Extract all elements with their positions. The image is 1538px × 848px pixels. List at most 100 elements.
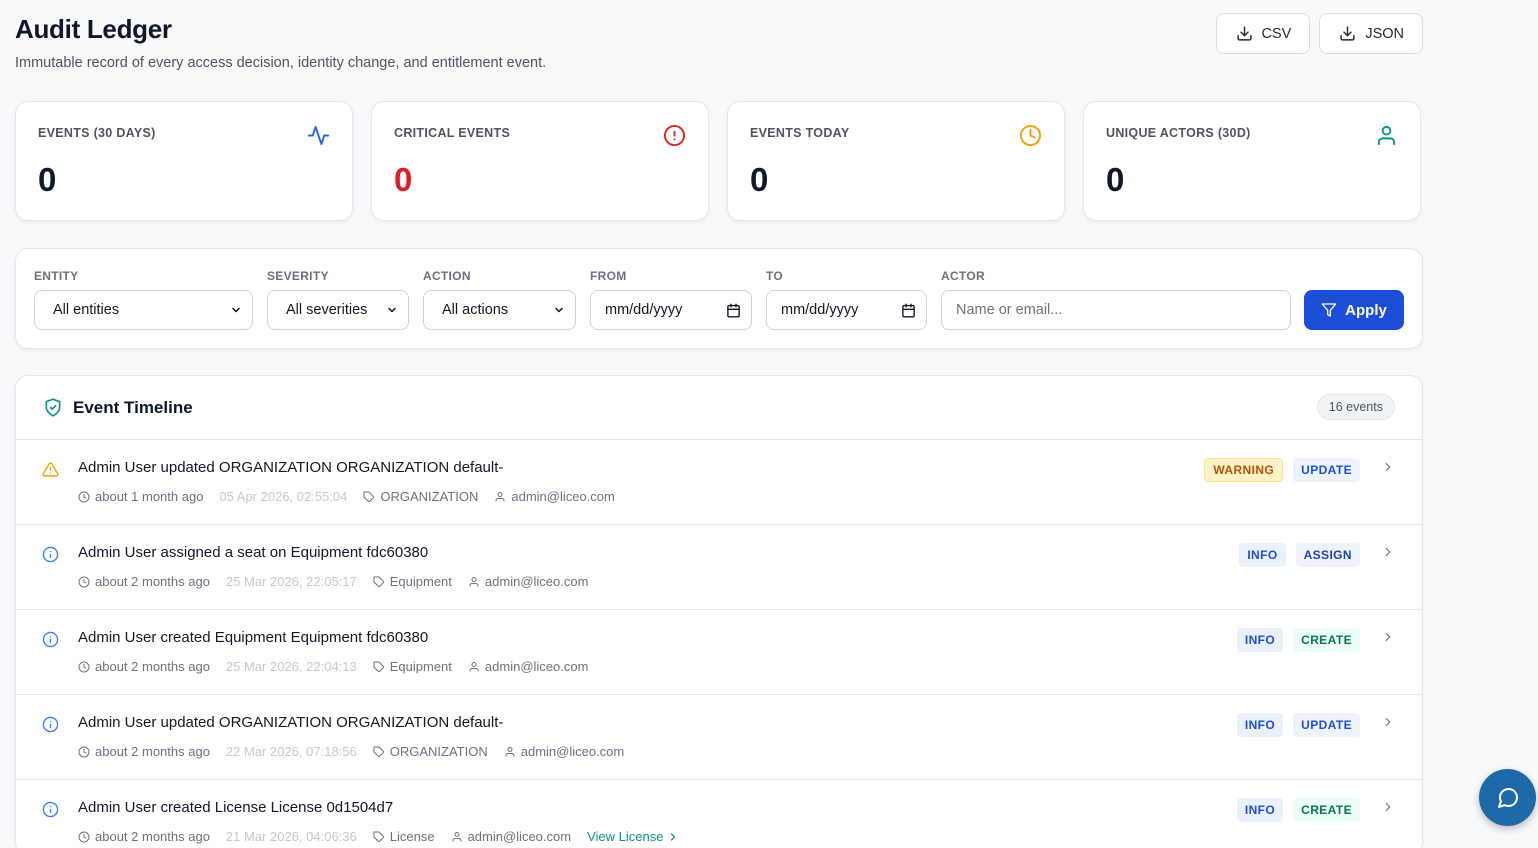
event-row[interactable]: Admin User updated ORGANIZATION ORGANIZA… (16, 695, 1422, 780)
stat-card-unique-actors: UNIQUE ACTORS (30D) 0 (1083, 101, 1421, 221)
event-actor-text: admin@liceo.com (520, 744, 625, 759)
chevron-right-icon[interactable] (1381, 545, 1395, 559)
action-badge: UPDATE (1293, 713, 1360, 737)
event-entity: ORGANIZATION (363, 489, 478, 504)
event-timestamp: 05 Apr 2026, 02:55:04 (219, 489, 348, 504)
event-entity: ORGANIZATION (373, 744, 488, 759)
event-badges: INFO ASSIGN (1239, 543, 1360, 567)
tag-icon (363, 491, 375, 502)
event-row[interactable]: Admin User updated ORGANIZATION ORGANIZA… (16, 440, 1422, 525)
tag-icon (373, 746, 384, 757)
event-meta: about 2 months ago 21 Mar 2026, 04:06:36… (78, 829, 679, 844)
severity-badge: INFO (1239, 543, 1286, 567)
event-badges: INFO CREATE (1236, 628, 1360, 652)
clock-icon (78, 746, 90, 757)
event-relative-text: about 2 months ago (95, 829, 210, 844)
chevron-down-icon (555, 307, 563, 313)
to-date-value: mm/dd/yyyy (781, 302, 859, 318)
stat-label: UNIQUE ACTORS (30D) (1106, 126, 1251, 140)
event-meta: about 2 months ago 25 Mar 2026, 22:04:13… (78, 659, 604, 674)
stats-row: EVENTS (30 DAYS) 0 CRITICAL EVENTS 0 EVE… (15, 101, 1423, 221)
page-title: Audit Ledger (15, 14, 172, 44)
export-buttons: CSV JSON (1215, 13, 1423, 54)
event-relative-time: about 2 months ago (78, 829, 210, 844)
event-title: Admin User updated ORGANIZATION ORGANIZA… (78, 714, 504, 731)
event-row[interactable]: Admin User assigned a seat on Equipment … (16, 525, 1422, 610)
event-entity: Equipment (373, 659, 452, 674)
event-actor: admin@liceo.com (504, 744, 625, 759)
page-header: Audit Ledger Immutable record of every a… (15, 0, 1423, 100)
event-timestamp: 25 Mar 2026, 22:05:17 (225, 574, 357, 589)
audit-ledger-page: Audit Ledger Immutable record of every a… (15, 0, 1423, 848)
action-badge: CREATE (1293, 628, 1360, 652)
user-icon (1377, 125, 1396, 146)
clock-icon (78, 491, 90, 502)
event-row[interactable]: Admin User created Equipment Equipment f… (16, 610, 1422, 695)
user-icon (469, 576, 479, 586)
event-title: Admin User assigned a seat on Equipment … (78, 544, 429, 561)
download-icon (1340, 26, 1355, 41)
event-entity-text: License (389, 829, 435, 844)
action-filter-label: ACTION (423, 269, 471, 283)
user-icon (495, 491, 505, 501)
to-date-input[interactable]: mm/dd/yyyy (766, 290, 927, 330)
stat-label: EVENTS TODAY (750, 126, 850, 140)
event-actor: admin@liceo.com (468, 659, 589, 674)
severity-badge: INFO (1236, 628, 1284, 652)
clock-icon (78, 831, 90, 842)
entity-select-value: All entities (53, 302, 120, 318)
from-date-input[interactable]: mm/dd/yyyy (590, 290, 752, 330)
info-icon (42, 631, 59, 648)
event-entity-text: ORGANIZATION (380, 489, 479, 504)
chevron-right-icon[interactable] (1381, 630, 1395, 644)
stat-label: EVENTS (30 DAYS) (38, 126, 156, 140)
shield-check-icon (45, 398, 61, 417)
event-badges: INFO UPDATE (1236, 713, 1360, 737)
calendar-icon[interactable] (726, 303, 741, 318)
event-entity-text: Equipment (389, 659, 452, 674)
event-timestamp: 22 Mar 2026, 07:18:56 (225, 744, 357, 759)
severity-select[interactable]: All severities (267, 290, 409, 330)
event-entity-text: Equipment (389, 574, 452, 589)
export-json-button[interactable]: JSON (1319, 13, 1423, 54)
action-select-value: All actions (442, 302, 509, 318)
export-csv-button[interactable]: CSV (1215, 13, 1311, 54)
severity-badge: INFO (1236, 798, 1284, 822)
stat-card-events-today: EVENTS TODAY 0 (727, 101, 1065, 221)
event-title: Admin User updated ORGANIZATION ORGANIZA… (78, 459, 504, 476)
chevron-right-icon[interactable] (1381, 460, 1395, 474)
entity-filter-label: ENTITY (34, 269, 79, 283)
download-icon (1236, 26, 1252, 41)
tag-icon (373, 576, 384, 587)
user-icon (452, 831, 462, 841)
action-badge: CREATE (1293, 798, 1360, 822)
chat-button[interactable] (1479, 769, 1536, 826)
event-entity: Equipment (373, 574, 452, 589)
view-license-link[interactable]: View License (587, 829, 679, 844)
event-relative-text: about 1 month ago (95, 489, 204, 504)
filter-icon (1321, 303, 1337, 317)
view-license-label: View License (587, 829, 664, 844)
actor-search-input[interactable]: Name or email... (941, 290, 1291, 330)
event-entity-text: ORGANIZATION (389, 744, 488, 759)
chevron-right-icon[interactable] (1381, 800, 1395, 814)
event-actor-text: admin@liceo.com (511, 489, 615, 504)
calendar-icon[interactable] (901, 303, 916, 318)
event-row[interactable]: Admin User created License License 0d150… (16, 780, 1422, 848)
event-actor-text: admin@liceo.com (484, 659, 589, 674)
event-title: Admin User created Equipment Equipment f… (78, 629, 429, 646)
event-count-badge: 16 events (1316, 394, 1395, 420)
stat-card-critical: CRITICAL EVENTS 0 (371, 101, 709, 221)
info-icon (42, 716, 59, 733)
severity-badge: INFO (1236, 713, 1284, 737)
filter-bar: ENTITY All entities SEVERITY All severit… (15, 248, 1423, 349)
entity-select[interactable]: All entities (34, 290, 253, 330)
to-filter-label: TO (766, 269, 784, 283)
event-title: Admin User created License License 0d150… (78, 799, 394, 816)
severity-filter-label: SEVERITY (267, 269, 329, 283)
chevron-right-icon[interactable] (1381, 715, 1395, 729)
apply-filters-button[interactable]: Apply (1304, 290, 1404, 330)
action-select[interactable]: All actions (423, 290, 576, 330)
event-relative-time: about 2 months ago (78, 574, 210, 589)
severity-select-value: All severities (286, 302, 368, 318)
